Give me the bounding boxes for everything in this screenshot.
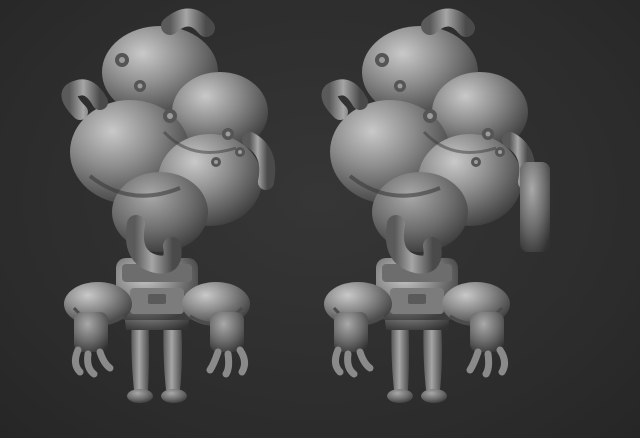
character-view-right xyxy=(324,17,550,403)
render-viewport xyxy=(0,0,640,438)
backpack-side xyxy=(520,162,550,252)
sculpt-render xyxy=(0,0,550,438)
character-view-left xyxy=(64,17,268,403)
